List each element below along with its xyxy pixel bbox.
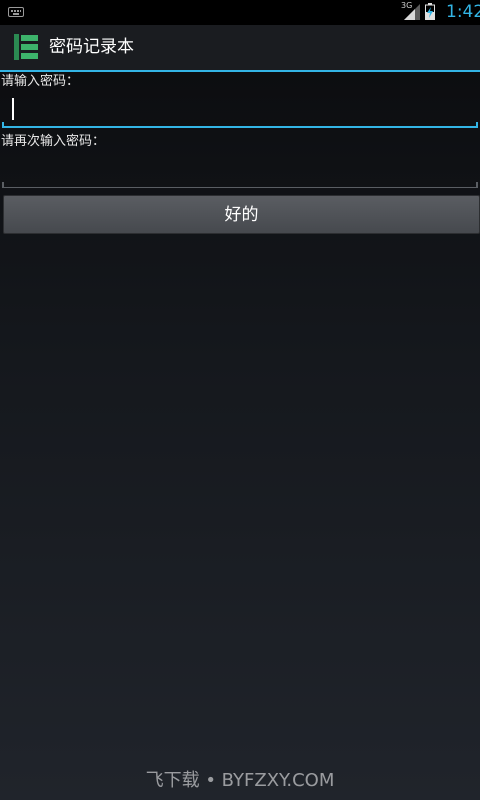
password-field-underline <box>2 122 478 128</box>
action-bar-divider <box>0 70 480 72</box>
battery-charging-icon <box>425 3 435 20</box>
password-field[interactable] <box>2 92 478 128</box>
password-label: 请输入密码： <box>1 74 80 89</box>
confirm-password-field-underline <box>2 182 478 188</box>
password-input[interactable] <box>2 92 478 126</box>
confirm-password-label: 请再次输入密码： <box>1 134 106 149</box>
status-bar: 3G 1:42 <box>0 0 480 25</box>
ok-button[interactable]: 好的 <box>3 195 480 234</box>
app-title: 密码记录本 <box>49 37 134 57</box>
keyboard-icon <box>8 7 24 17</box>
signal-icon <box>404 4 420 20</box>
watermark: 飞下载 • BYFZXY.COM <box>145 770 335 791</box>
action-bar: 密码记录本 <box>0 25 480 70</box>
confirm-password-input[interactable] <box>2 152 478 186</box>
clock: 1:42 <box>446 2 480 22</box>
confirm-password-field[interactable] <box>2 152 478 188</box>
app-list-icon[interactable] <box>14 34 38 60</box>
text-cursor <box>12 98 14 120</box>
